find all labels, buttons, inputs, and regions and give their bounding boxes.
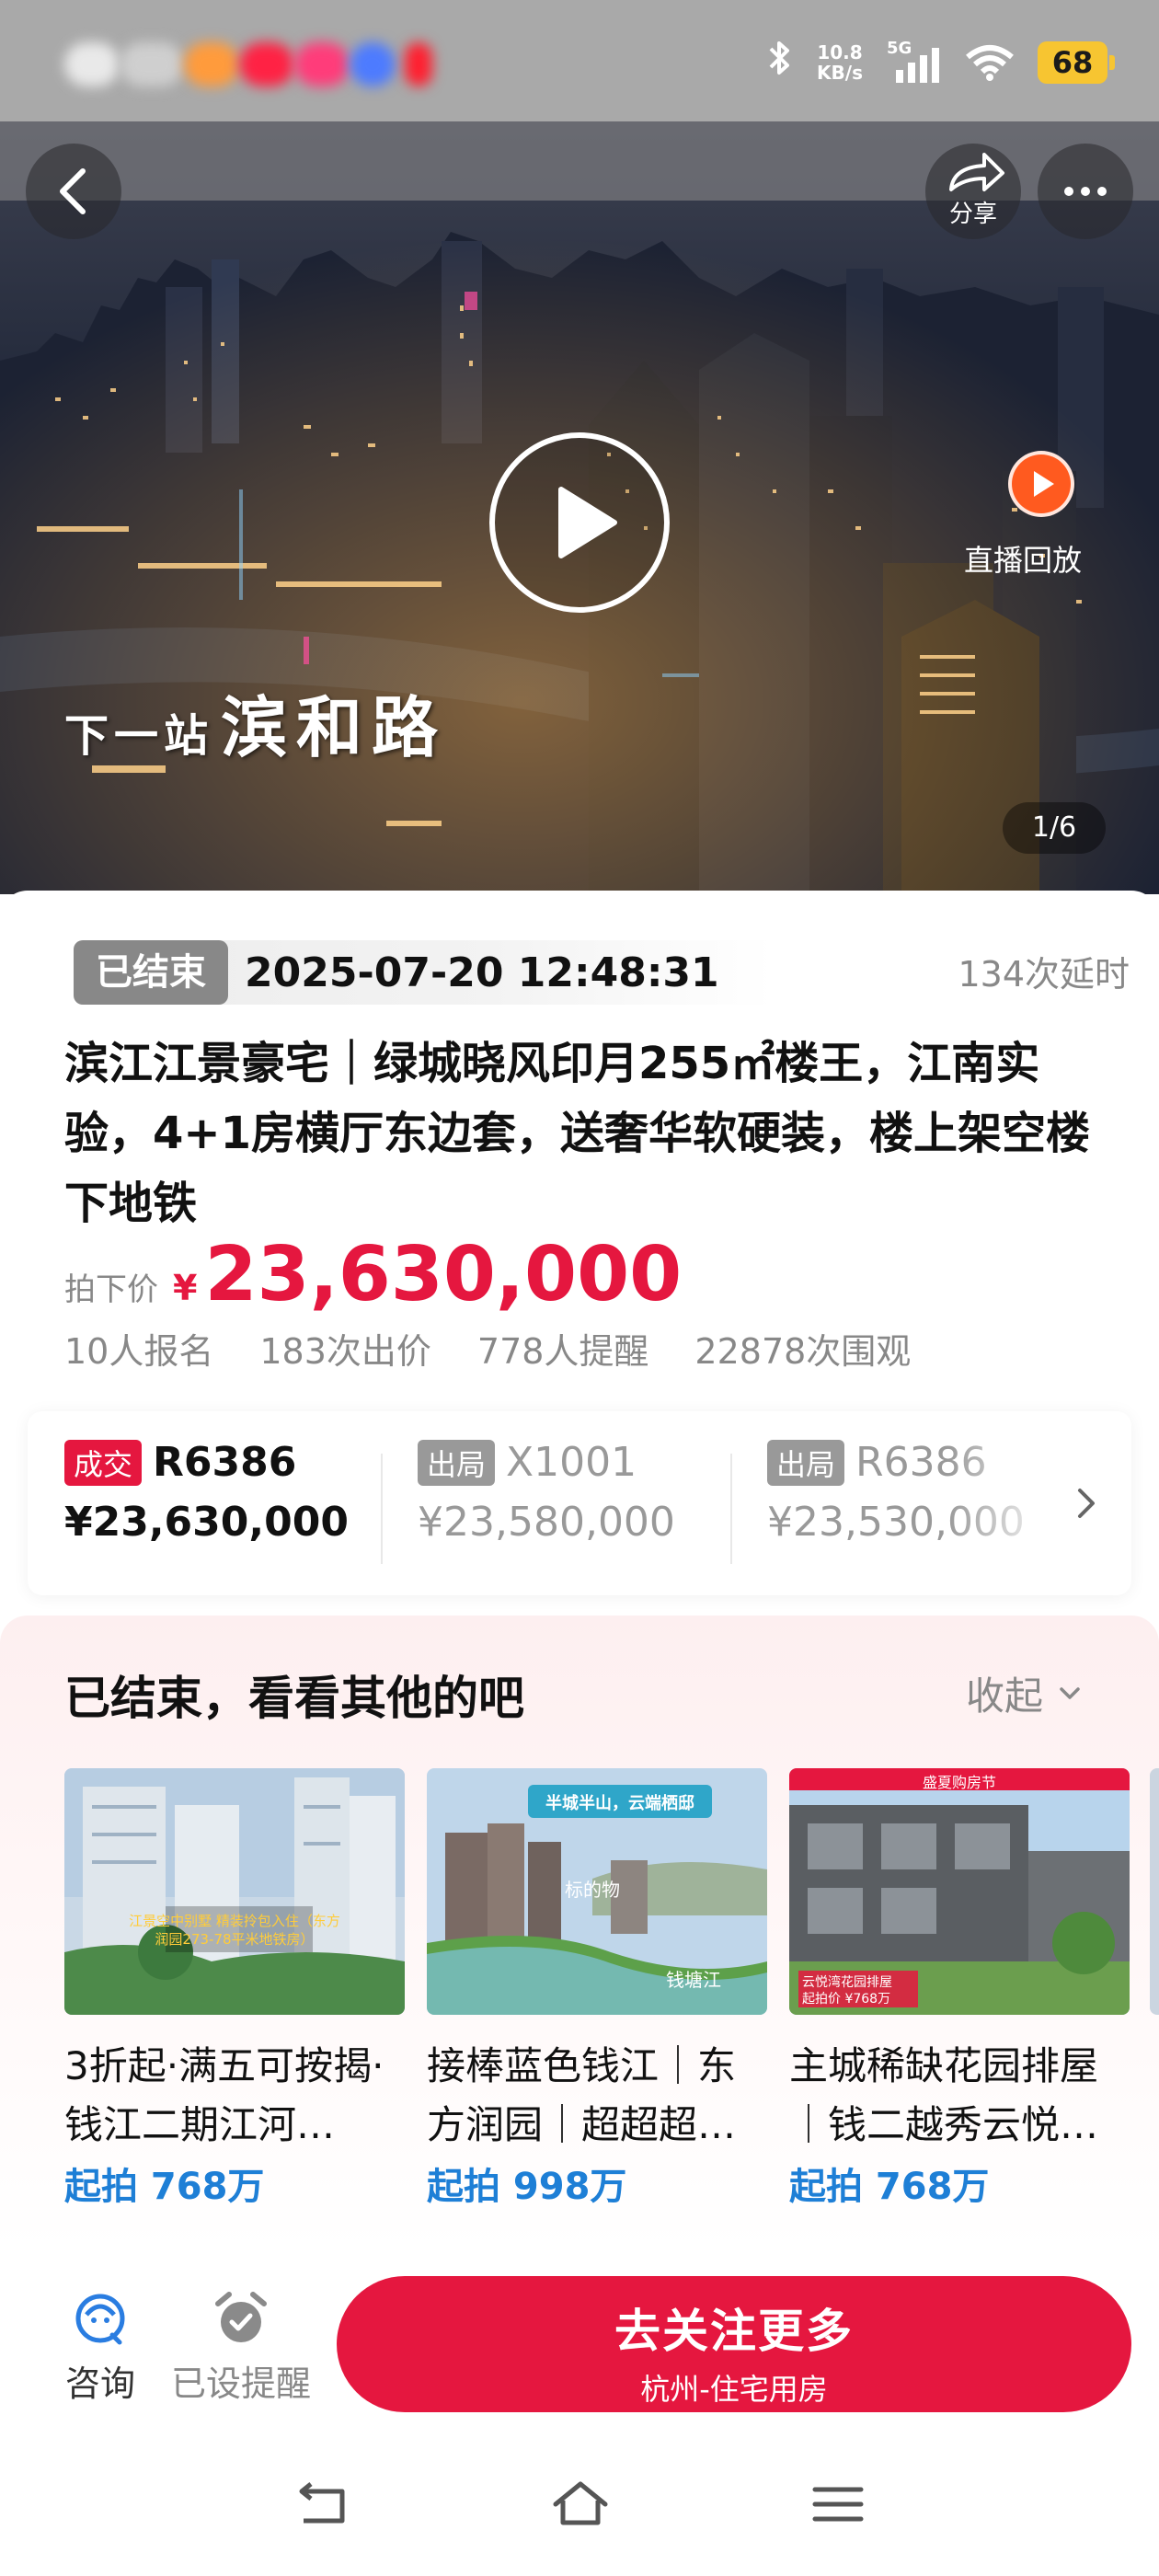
bidder-code: R6386 [153,1439,297,1486]
fade-overlay [947,1411,1131,1595]
collapse-toggle[interactable]: 收起 [966,1665,1084,1721]
bid-amount: ¥23,580,000 [418,1499,675,1546]
more-icon [1064,187,1107,196]
reminders-count: 778人提醒 [476,1331,649,1372]
status-badge: 已结束 [74,940,228,1005]
reminder-label: 已设提醒 [170,2363,311,2404]
auction-stats: 10人报名 183次出价 778人提醒 22878次围观 [64,1323,911,1374]
price-currency: ¥ [173,1268,198,1308]
bids-count: 183次出价 [259,1331,431,1372]
recommendation-image: 半城半山，云端栖邸 标的物 钱塘江 [427,1768,767,2015]
status-bar: 10.8 KB/s 5G 68 [0,0,1159,121]
collapse-label: 收起 [966,1673,1044,1719]
follow-more-label: 去关注更多 [614,2305,854,2358]
recommendation-price: 起拍 998万 [427,2166,627,2208]
recommendation-card[interactable]: 半城半山，云端栖邸 标的物 钱塘江 接棒蓝色钱江｜东方润园｜超超超… 起拍 99… [427,1768,767,2210]
signal-icon: 5G [887,39,942,83]
recommendation-title: 3折起·满五可按揭·钱江二期江河… [64,2043,384,2147]
consult-icon [75,2294,125,2345]
play-icon [558,487,617,558]
alarm-icon [215,2292,267,2342]
battery-indicator: 68 [1038,41,1115,84]
recommendations-title: 已结束，看看其他的吧 [64,1672,524,1725]
follow-more-category: 杭州-住宅用房 [640,2372,828,2407]
bid-tag: 成交 [64,1439,143,1486]
share-label: 分享 [948,201,997,228]
more-button[interactable] [1038,144,1133,239]
divider [730,1454,732,1564]
final-price-row: 拍下价 ¥ 23,630,000 [64,1231,682,1318]
recommendation-title: 主城稀缺花园排屋｜钱二越秀云悦… [789,2043,1099,2147]
wifi-icon [966,45,1014,81]
network-speed: 10.8 KB/s [817,41,863,84]
bid-tag: 出局 [418,1439,496,1486]
recommendation-image-text: 盛夏购房节 [922,1774,996,1791]
follow-more-button[interactable]: 去关注更多 杭州-住宅用房 [337,2276,1131,2412]
status-icons: 10.8 KB/s 5G 68 [765,37,1115,88]
recommendation-card-partial[interactable] [1150,1768,1159,2015]
consult-button[interactable]: 咨询 [50,2289,151,2406]
recommendation-title: 接棒蓝色钱江｜东方润园｜超超超… [427,2043,737,2147]
hero-video[interactable]: 分享 直播回放 下一站 滨和路 1/6 [0,121,1159,894]
nav-home-icon[interactable] [548,2477,613,2532]
recommendation-image: 江景空中别墅 精装拎包入住（东方润园273-78平米地铁房） [64,1768,405,2015]
recommendation-image-label: 起拍价 ¥768万 [802,1992,891,2007]
bid-tag: 出局 [767,1439,845,1486]
bid-history-card[interactable]: 成交 R6386 ¥23,630,000 出局 X1001 ¥23,580,000 … [28,1411,1131,1595]
recommendation-image-label: 钱塘江 [666,1969,721,1991]
bidder-code: X1001 [506,1439,637,1486]
live-replay-label: 直播回放 [964,543,1083,578]
consult-label: 咨询 [64,2363,135,2404]
recommendation-image-label: 标的物 [565,1879,620,1901]
recommendation-image-text: 半城半山，云端栖邸 [545,1794,694,1813]
recommendations-section: 已结束，看看其他的吧 收起 江景空中别墅 精装拎包入住（东方润园273-78平米… [0,1616,1159,2250]
nav-back-icon[interactable] [291,2477,355,2532]
reminder-button[interactable]: 已设提醒 [167,2289,315,2406]
system-navigation-bar [0,2425,1159,2576]
bid-record: 成交 R6386 ¥23,630,000 [64,1439,405,1546]
bluetooth-icon [765,39,793,86]
recommendation-image: 盛夏购房节 云悦湾花园排屋 起拍价 ¥768万 [789,1768,1130,2015]
recommendation-image-label: 云悦湾花园排屋 [802,1975,892,1990]
listing-title: 滨江江景豪宅｜绿城晓风印月255㎡楼王，江南实验，4+1房横厅东边套，送奢华软硬… [64,1038,1091,1229]
image-page-indicator: 1/6 [1003,802,1106,854]
final-price: 23,630,000 [204,1231,683,1318]
recommendation-price: 起拍 768万 [64,2166,265,2208]
divider [381,1454,383,1564]
chevron-down-icon [1060,1686,1080,1699]
recommendation-image-text: 江景空中别墅 精装拎包入住（东方润园273-78平米地铁房） [129,1913,340,1948]
play-button[interactable] [489,432,670,613]
chevron-right-icon[interactable] [1067,1476,1104,1531]
price-label: 拍下价 [64,1271,158,1308]
end-time: 2025-07-20 12:48:31 [245,949,719,996]
share-icon [949,153,1004,191]
recommendation-card[interactable]: 盛夏购房节 云悦湾花园排屋 起拍价 ¥768万 主城稀缺花园排屋｜钱二越秀云悦…… [789,1768,1130,2210]
live-replay-icon [1008,451,1074,517]
bid-amount: ¥23,630,000 [64,1499,349,1546]
bottom-action-bar: 咨询 已设提醒 去关注更多 杭州-住宅用房 [0,2250,1159,2425]
auction-status-row: 已结束 2025-07-20 12:48:31 [74,940,773,1005]
recommendation-card[interactable]: 江景空中别墅 精装拎包入住（东方润园273-78平米地铁房） 3折起·满五可按揭… [64,1768,405,2210]
live-replay-button[interactable]: 直播回放 [964,451,1148,598]
blurred-notification-icons [64,42,432,90]
recommendation-price: 起拍 768万 [789,2166,990,2208]
hero-caption: 下一站 滨和路 [64,688,448,766]
auction-info-card: 已结束 2025-07-20 12:48:31 134次延时 滨江江景豪宅｜绿城… [0,891,1159,1627]
back-icon [60,168,86,214]
share-button[interactable]: 分享 [925,144,1021,239]
views-count: 22878次围观 [694,1331,912,1372]
registrants-count: 10人报名 [64,1331,214,1372]
bid-record: 出局 X1001 ¥23,580,000 [418,1439,758,1546]
back-button[interactable] [26,144,121,239]
delay-count: 134次延时 [958,954,1130,995]
nav-menu-icon[interactable] [806,2477,870,2532]
